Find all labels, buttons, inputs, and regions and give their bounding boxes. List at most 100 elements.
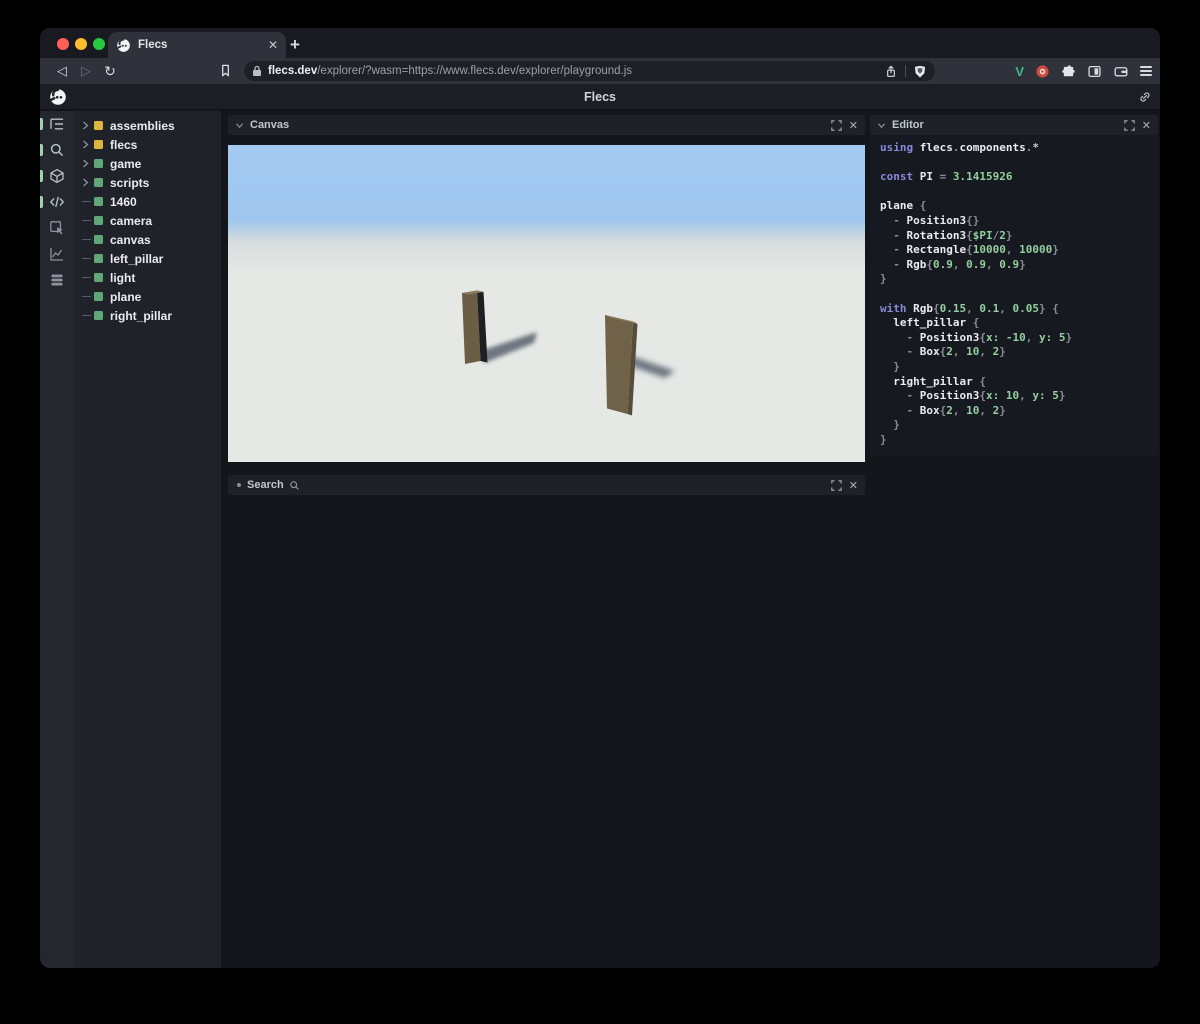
code-line: - Position3{} (880, 213, 980, 227)
leaf-dash-icon (82, 257, 94, 260)
tree-icon (50, 118, 63, 130)
main-area: Canvas ✕ Search ✕ Editor ✕ using flecs.c… (221, 111, 1160, 968)
sidebar-item-query[interactable] (40, 137, 74, 163)
bookmark-icon[interactable] (218, 63, 233, 78)
fullscreen-icon[interactable] (831, 479, 842, 491)
fullscreen-icon[interactable] (831, 119, 842, 131)
tree-item-plane[interactable]: plane (74, 287, 221, 306)
right-pillar-mesh (605, 315, 638, 416)
entity-type-square-icon (94, 178, 103, 187)
sidebar-icon-strip (40, 111, 74, 968)
tree-item-right_pillar[interactable]: right_pillar (74, 306, 221, 325)
leaf-dash-icon (82, 314, 94, 317)
close-icon[interactable]: ✕ (849, 479, 858, 492)
leaf-dash-icon (82, 219, 94, 222)
cube-icon (50, 168, 64, 184)
tree-item-label: light (110, 270, 136, 285)
active-indicator (40, 118, 43, 130)
canvas-panel-header[interactable]: Canvas ✕ (228, 115, 865, 135)
browser-tab-flecs[interactable]: Flecs ✕ (108, 32, 286, 58)
tab-title: Flecs (138, 39, 168, 51)
share-link-icon[interactable] (1138, 90, 1152, 104)
entity-type-square-icon (94, 311, 103, 320)
reload-button[interactable]: ↻ (98, 63, 122, 80)
search-icon (50, 143, 64, 157)
code-line: right_pillar { (893, 374, 986, 388)
sidebar-item-tree[interactable] (40, 111, 74, 137)
editor-panel: Editor ✕ using flecs.components.* const P… (870, 115, 1158, 456)
wallet-icon[interactable] (1113, 64, 1129, 79)
entity-type-square-icon (94, 254, 103, 263)
leaf-dash-icon (82, 200, 94, 203)
code-line: - Rectangle{10000, 10000} (880, 243, 1059, 257)
share-icon[interactable] (884, 64, 898, 79)
tree-item-1460[interactable]: 1460 (74, 192, 221, 211)
expand-chevron-icon[interactable] (82, 159, 94, 168)
3d-canvas-viewport[interactable] (228, 145, 865, 462)
sidebar-item-entities[interactable] (40, 163, 74, 189)
active-indicator (40, 196, 43, 208)
expand-chevron-icon[interactable] (82, 121, 94, 130)
forward-button[interactable]: ▷ (74, 63, 98, 79)
entity-type-square-icon (94, 216, 103, 225)
code-line: plane { (880, 199, 927, 213)
traffic-close-button[interactable] (57, 38, 69, 50)
fullscreen-icon[interactable] (1124, 119, 1135, 131)
tree-item-label: camera (110, 213, 153, 228)
url-path: /explorer/?wasm=https://www.flecs.dev/ex… (317, 65, 633, 77)
tree-item-label: flecs (110, 137, 138, 152)
sidebar-item-tables[interactable] (40, 267, 74, 293)
tree-item-label: game (110, 156, 142, 171)
brave-shield-icon[interactable] (913, 64, 927, 79)
tree-item-left_pillar[interactable]: left_pillar (74, 249, 221, 268)
browser-tab-bar: Flecs ✕ + (40, 28, 1160, 58)
code-line: - Position3{x: -10, y: 5} (880, 330, 1073, 344)
active-indicator (40, 170, 43, 182)
code-editor[interactable]: using flecs.components.* const PI = 3.141… (870, 135, 1158, 456)
sidebar-item-inspector[interactable] (40, 215, 74, 241)
chevron-down-icon (235, 122, 244, 128)
sidebar-panel-icon[interactable] (1087, 64, 1102, 79)
tree-item-scripts[interactable]: scripts (74, 173, 221, 192)
browser-menu-icon[interactable] (1140, 64, 1152, 79)
sidebar-item-stats[interactable] (40, 241, 74, 267)
url-domain: flecs.dev (268, 65, 318, 77)
search-panel-header[interactable]: Search ✕ (228, 475, 865, 495)
canvas-panel: Canvas ✕ (228, 115, 865, 462)
traffic-minimize-button[interactable] (75, 38, 87, 50)
page-title: Flecs (584, 90, 616, 104)
tree-item-label: plane (110, 289, 142, 304)
vue-devtools-icon[interactable]: V (1015, 64, 1024, 79)
url-bar[interactable]: flecs.dev/explorer/?wasm=https://www.fle… (244, 61, 935, 81)
tree-item-camera[interactable]: camera (74, 211, 221, 230)
tree-item-assemblies[interactable]: assemblies (74, 116, 221, 135)
tab-close-icon[interactable]: ✕ (268, 38, 278, 52)
code-line: } (880, 432, 887, 446)
extensions-puzzle-icon[interactable] (1061, 64, 1076, 79)
close-icon[interactable]: ✕ (1142, 119, 1151, 132)
entity-tree: assemblies flecs game scripts 1460 camera canv… (74, 111, 221, 968)
code-line: } (880, 272, 887, 286)
expand-chevron-icon[interactable] (82, 140, 94, 149)
tree-item-game[interactable]: game (74, 154, 221, 173)
collapsed-indicator-icon (237, 483, 241, 487)
entity-type-square-icon (94, 235, 103, 244)
tree-item-canvas[interactable]: canvas (74, 230, 221, 249)
back-button[interactable]: ◁ (50, 63, 74, 79)
editor-panel-header[interactable]: Editor ✕ (870, 115, 1158, 135)
close-icon[interactable]: ✕ (849, 119, 858, 132)
expand-chevron-icon[interactable] (82, 178, 94, 187)
tree-item-flecs[interactable]: flecs (74, 135, 221, 154)
chevron-down-icon (877, 122, 886, 128)
tree-item-light[interactable]: light (74, 268, 221, 287)
active-indicator (40, 144, 43, 156)
new-tab-button[interactable]: + (290, 32, 300, 58)
lock-icon (252, 65, 262, 77)
sidebar-item-script[interactable] (40, 189, 74, 215)
search-icon (289, 480, 299, 490)
tree-item-label: 1460 (110, 194, 137, 209)
extension-red-icon[interactable] (1035, 64, 1050, 79)
traffic-zoom-button[interactable] (93, 38, 105, 50)
